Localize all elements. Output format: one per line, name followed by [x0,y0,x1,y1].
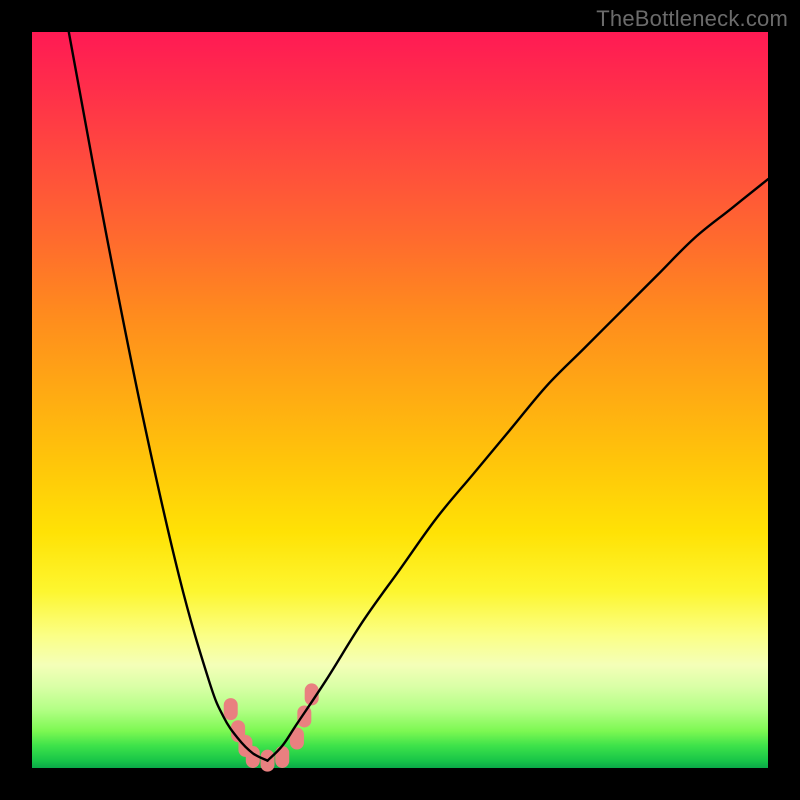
right-branch-curve [268,179,768,760]
highlight-marker [224,698,238,720]
chart-frame: TheBottleneck.com [0,0,800,800]
left-branch-curve [69,32,268,761]
highlight-marker [275,746,289,768]
plot-area [32,32,768,768]
highlight-marker [297,705,311,727]
watermark-text: TheBottleneck.com [596,6,788,32]
curves-svg [32,32,768,768]
